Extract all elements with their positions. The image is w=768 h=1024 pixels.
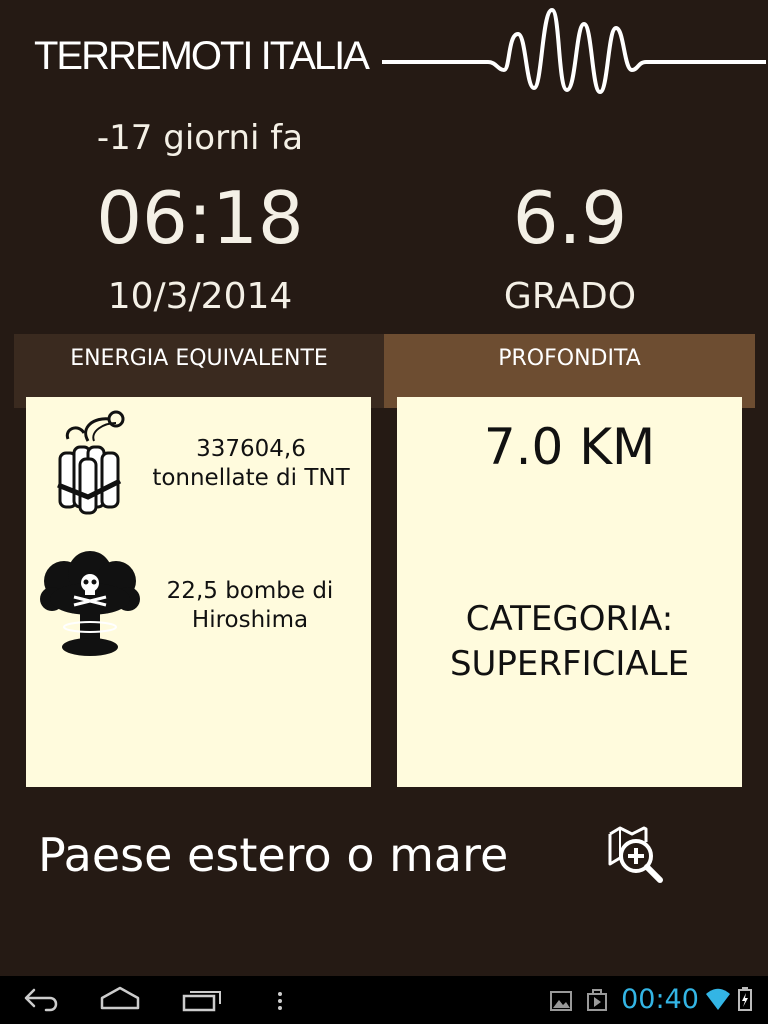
depth-value: 7.0 KM xyxy=(483,418,656,476)
time-ago: -17 giorni fa xyxy=(96,118,304,158)
wifi-icon xyxy=(706,988,730,1010)
back-icon[interactable] xyxy=(20,976,64,1024)
magnitude-unit: GRADO xyxy=(503,276,637,317)
bombs-name: Hiroshima xyxy=(191,607,309,633)
dynamite-icon xyxy=(57,410,125,515)
depth-category: CATEGORIA: SUPERFICIALE xyxy=(397,597,742,687)
category-value: SUPERFICIALE xyxy=(449,644,690,684)
home-icon[interactable] xyxy=(98,976,142,1024)
event-date: 10/3/2014 xyxy=(107,276,293,317)
app-title: TERREMOTI ITALIA xyxy=(34,34,370,78)
depth-card: 7.0 KM CATEGORIA: SUPERFICIALE xyxy=(397,397,742,787)
tnt-equivalent: 337604,6 tonnellate di TNT xyxy=(144,435,358,493)
location-name: Paese estero o mare xyxy=(38,828,509,882)
map-search-icon[interactable] xyxy=(598,820,666,884)
play-store-icon xyxy=(587,989,607,1011)
bombs-count: 22,5 bombe di xyxy=(166,578,334,604)
mushroom-cloud-icon xyxy=(40,551,140,656)
menu-icon[interactable] xyxy=(270,976,290,1024)
event-time: 06:18 xyxy=(96,176,304,260)
seismograph-wave-icon xyxy=(382,7,766,95)
system-navigation-bar: 00:40 xyxy=(0,976,768,1024)
tnt-unit: tonnellate di TNT xyxy=(152,465,350,491)
energy-card: 337604,6 tonnellate di TNT 22,5 bombe di… xyxy=(26,397,371,787)
gallery-icon xyxy=(550,991,572,1011)
hiroshima-equivalent: 22,5 bombe di Hiroshima xyxy=(144,577,356,635)
status-clock: 00:40 xyxy=(621,984,699,1015)
magnitude-value: 6.9 xyxy=(512,176,628,260)
category-label: CATEGORIA: xyxy=(465,599,674,639)
battery-icon xyxy=(738,987,752,1011)
tnt-value: 337604,6 xyxy=(196,436,306,462)
recents-icon[interactable] xyxy=(180,976,224,1024)
